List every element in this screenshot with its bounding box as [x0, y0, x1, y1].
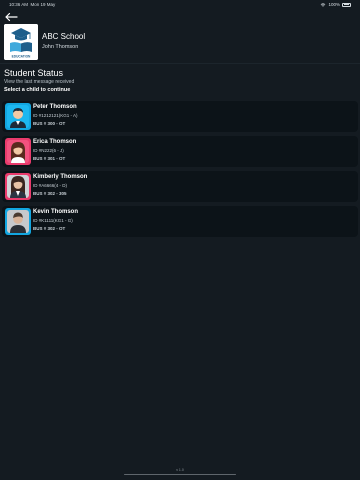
- student-name: Peter Thomson: [33, 104, 77, 110]
- header-divider: [0, 63, 360, 64]
- student-card-kevin[interactable]: Kevin Thomson ID #K1111(KG1 - G) BUS # 3…: [2, 206, 358, 237]
- student-bus: BUS # 301 - OT: [33, 156, 66, 161]
- student-id: ID #1212121(KG1 - A): [33, 113, 78, 118]
- student-name: Kevin Thomson: [33, 209, 79, 215]
- parent-name: John Thomson: [42, 44, 79, 50]
- student-id: ID #A6666(4 - D): [33, 183, 68, 188]
- student-card-peter[interactable]: Peter Thomson ID #1212121(KG1 - A) BUS #…: [2, 101, 358, 132]
- student-name: Erica Thomson: [33, 139, 77, 145]
- logo-text: EDUCATION: [12, 55, 31, 59]
- student-name: Kimberly Thomson: [33, 174, 88, 180]
- student-id: ID #K1111(KG1 - G): [33, 218, 73, 223]
- school-name: ABC School: [42, 32, 86, 41]
- student-card-erica[interactable]: Erica Thomson ID #N222(6 - J) BUS # 301 …: [2, 136, 358, 167]
- wifi-icon: [321, 2, 326, 7]
- education-logo-icon: EDUCATION: [4, 24, 38, 60]
- student-photo-icon: [7, 175, 29, 198]
- boy-avatar-icon: [7, 105, 29, 128]
- student-bus: BUS # 302 - 305: [33, 191, 67, 196]
- student-id: ID #N222(6 - J): [33, 148, 64, 153]
- avatar: [5, 173, 31, 200]
- student-bus: BUS # 300 - OT: [33, 121, 66, 126]
- back-arrow-icon[interactable]: [4, 12, 18, 22]
- avatar: [5, 103, 31, 130]
- student-card-kimberly[interactable]: Kimberly Thomson ID #A6666(4 - D) BUS # …: [2, 171, 358, 202]
- student-photo-icon: [7, 210, 29, 233]
- status-time: 10:36 AM Mon 19 May: [9, 2, 56, 7]
- home-indicator[interactable]: [124, 474, 236, 476]
- page-subtitle: View the last message received: [4, 79, 75, 85]
- app-version: v 1.0: [176, 468, 184, 472]
- student-list: Peter Thomson ID #1212121(KG1 - A) BUS #…: [2, 101, 358, 241]
- school-header: EDUCATION ABC School John Thomson: [0, 24, 360, 62]
- avatar: [5, 208, 31, 235]
- girl-avatar-icon: [7, 140, 29, 163]
- status-right: 100%: [320, 2, 351, 7]
- student-bus: BUS # 302 - OT: [33, 226, 66, 231]
- school-logo: EDUCATION: [4, 24, 38, 60]
- status-bar: 10:36 AM Mon 19 May 100%: [0, 0, 360, 10]
- instruction-text: Select a child to continue: [4, 87, 71, 93]
- battery-icon: [342, 2, 351, 7]
- avatar: [5, 138, 31, 165]
- battery-percent: 100%: [328, 2, 340, 7]
- page-title: Student Status: [4, 68, 64, 78]
